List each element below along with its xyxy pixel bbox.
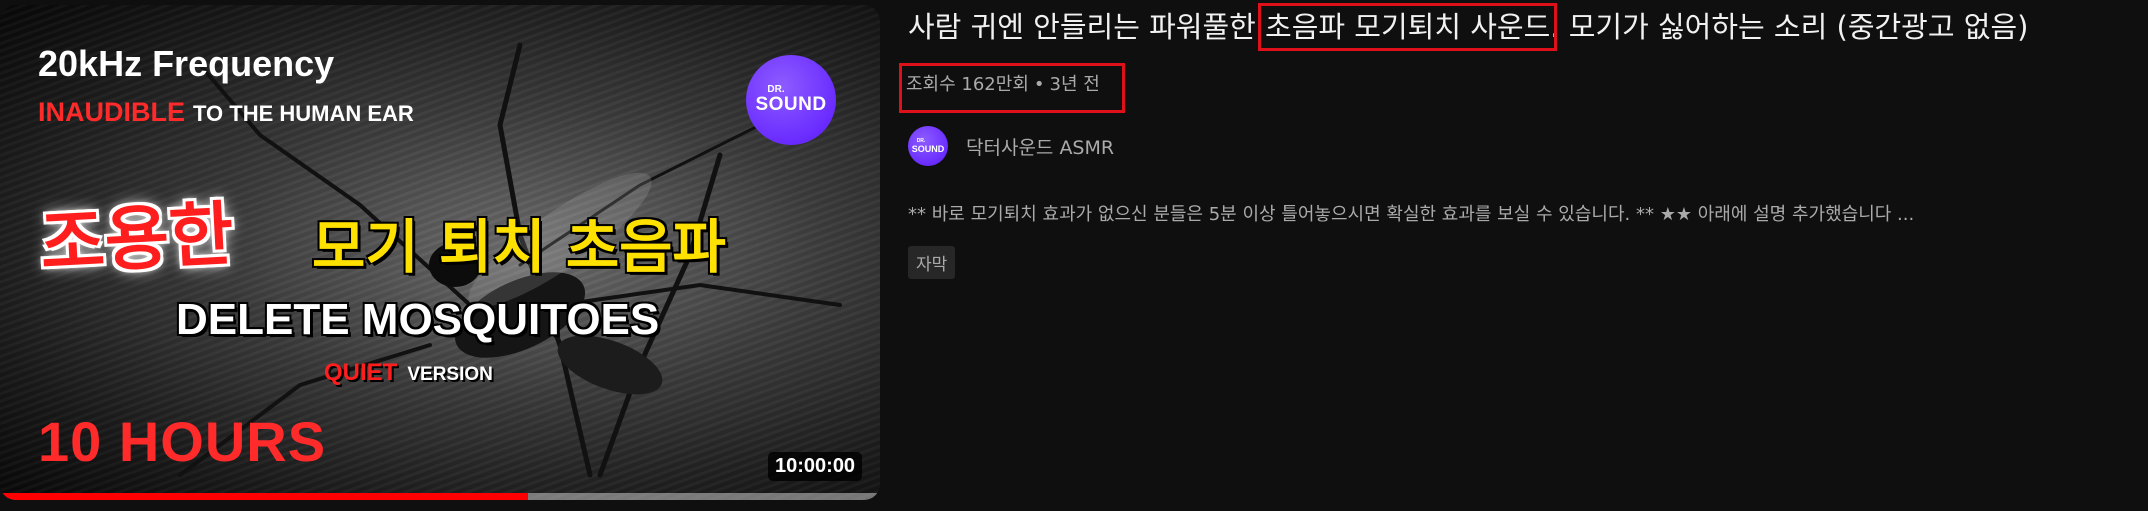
video-info: 사람 귀엔 안들리는 파워풀한 초음파 모기퇴치 사운드. 모기가 싫어하는 소… — [899, 0, 2143, 279]
thumbnail-frequency-text: 20kHz Frequency — [38, 43, 335, 84]
avatar-sound-text: SOUND — [911, 143, 945, 154]
meta-separator: • — [1033, 74, 1045, 95]
title-text-end: . 모기가 싫어하는 소리 (중간광고 없음) — [1550, 10, 2029, 44]
duration-badge: 10:00:00 — [768, 452, 863, 481]
thumbnail-inaudible-line: INAUDIBLE TO THE HUMAN EAR — [38, 97, 414, 128]
thumbnail-delete-mosquitoes: DELETE MOSQUITOES — [176, 295, 660, 344]
video-metadata: 조회수 162만회 • 3년 전 — [899, 63, 1125, 113]
thumbnail-quiet-word: QUIET — [324, 359, 398, 386]
thumbnail-inaudible-rest: TO THE HUMAN EAR — [193, 101, 414, 126]
title-text-start: 사람 귀엔 안들리는 파워풀한 — [908, 10, 1266, 44]
view-count: 조회수 162만회 — [906, 74, 1029, 95]
channel-name[interactable]: 닥터사운드 ASMR — [966, 133, 1114, 160]
upload-age: 3년 전 — [1049, 74, 1100, 95]
channel-row: DR. SOUND 닥터사운드 ASMR — [908, 126, 2143, 166]
thumbnail-version-word: VERSION — [407, 364, 493, 385]
watch-progress-bar — [0, 493, 880, 500]
thumbnail-quiet-version-line: QUIET VERSION — [324, 359, 493, 387]
video-description-snippet: ** 바로 모기퇴치 효과가 없으신 분들은 5분 이상 틀어놓으시면 확실한 … — [908, 204, 1915, 225]
thumbnail-quiet-korean: 조용한 — [38, 192, 236, 285]
thumbnail-mosquito-korean: 모기 퇴치 초음파 — [312, 213, 726, 281]
metadata-row: 조회수 162만회 • 3년 전 — [899, 63, 2143, 113]
watch-progress-fill — [0, 493, 528, 500]
logo-sound-text: SOUND — [755, 94, 827, 115]
video-thumbnail[interactable]: 20kHz Frequency INAUDIBLE TO THE HUMAN EA… — [0, 5, 880, 500]
title-highlight: 초음파 모기퇴치 사운드 — [1258, 3, 1558, 51]
thumbnail-hours-text: 10 HOURS — [38, 410, 327, 473]
video-title[interactable]: 사람 귀엔 안들리는 파워풀한 초음파 모기퇴치 사운드. 모기가 싫어하는 소… — [908, 3, 2143, 51]
channel-avatar[interactable]: DR. SOUND — [908, 126, 948, 166]
subtitles-badge: 자막 — [908, 246, 956, 279]
dr-sound-logo: DR. SOUND — [746, 55, 836, 145]
thumbnail-inaudible-word: INAUDIBLE — [38, 97, 185, 127]
